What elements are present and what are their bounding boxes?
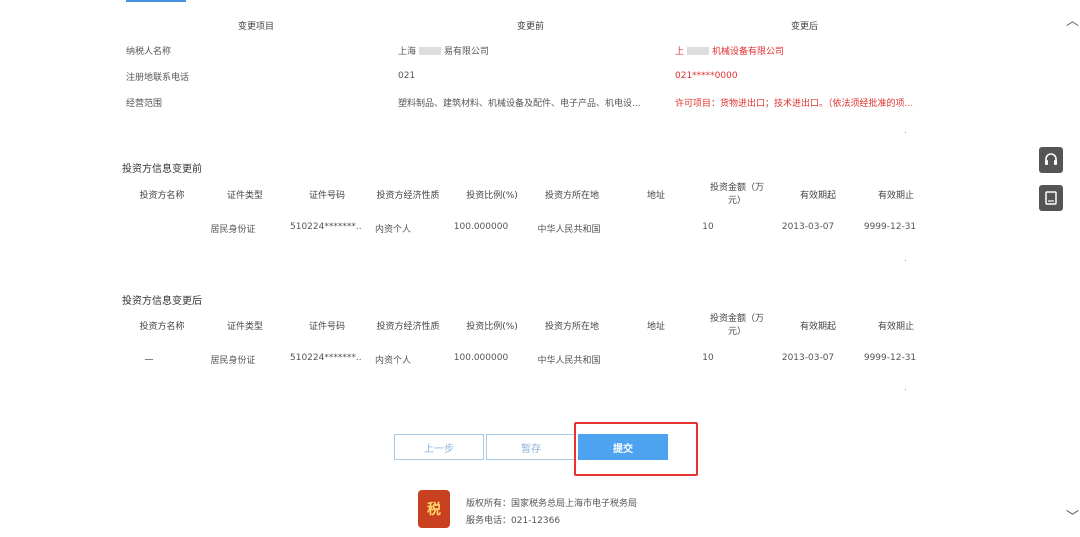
col-location: 投资方所在地 bbox=[544, 191, 599, 201]
tax-bureau-logo: 税 bbox=[418, 490, 450, 528]
before-text: 上海 bbox=[398, 46, 417, 57]
cell-ratio: 100.000000 bbox=[453, 353, 509, 363]
col-investor-name: 投资方名称 bbox=[139, 322, 185, 332]
before-value: 021 bbox=[398, 71, 416, 81]
headset-svg bbox=[1045, 153, 1057, 165]
col-investor-name: 投资方名称 bbox=[139, 191, 185, 201]
cell-valid-to: 9999-12-31 bbox=[863, 353, 917, 363]
col-id-type: 证件类型 bbox=[226, 191, 263, 201]
headset-icon[interactable] bbox=[1039, 147, 1063, 173]
header-change-item: 变更项目 bbox=[238, 21, 275, 32]
col-id-number: 证件号码 bbox=[308, 322, 345, 332]
after-text: 上 bbox=[675, 46, 685, 57]
page: 变更项目 变更前 变更后 纳税人名称 上海 易有限公司 上 机械设备有限公司 注册地… bbox=[0, 0, 1080, 537]
cell-economic-nature: 内资个人 bbox=[374, 356, 411, 366]
cell-amount: 10 bbox=[702, 222, 714, 232]
cell-id-type: 居民身份证 bbox=[210, 356, 256, 366]
table-dot: . bbox=[904, 126, 907, 136]
col-ratio: 投资比例(%) bbox=[466, 191, 518, 201]
investor-after-title: 投资方信息变更后 bbox=[122, 296, 202, 307]
col-amount: 投资金额（万元） bbox=[709, 314, 764, 337]
cell-economic-nature: 内资个人 bbox=[374, 225, 411, 235]
cell-id-number: 510224*******... bbox=[290, 353, 362, 363]
header-after: 变更后 bbox=[791, 21, 819, 32]
col-valid-from: 有效期起 bbox=[799, 191, 836, 201]
change-item-label: 经营范围 bbox=[126, 98, 163, 109]
cell-id-number: 510224*******... bbox=[290, 222, 362, 232]
before-value: 上海 易有限公司 bbox=[398, 44, 489, 57]
before-text-suffix: 易有限公司 bbox=[444, 46, 490, 57]
footer-phone: 服务电话：021-12366 bbox=[466, 516, 561, 526]
cell-amount: 10 bbox=[702, 353, 714, 363]
col-location: 投资方所在地 bbox=[544, 322, 599, 332]
change-row-phone: 注册地联系电话 021 021*****0000 bbox=[120, 63, 940, 89]
col-amount: 投资金额（万元） bbox=[709, 183, 764, 206]
col-economic-nature: 投资方经济性质 bbox=[376, 191, 440, 201]
scroll-up-icon[interactable]: ︿ bbox=[1066, 10, 1079, 29]
col-ratio: 投资比例(%) bbox=[466, 322, 518, 332]
col-economic-nature: 投资方经济性质 bbox=[376, 322, 440, 332]
change-item-label: 纳税人名称 bbox=[126, 46, 172, 57]
after-text-suffix: 机械设备有限公司 bbox=[712, 46, 785, 57]
cell-location: 中华人民共和国 bbox=[537, 225, 601, 235]
submit-highlight-box bbox=[574, 422, 698, 476]
col-address: 地址 bbox=[646, 322, 665, 332]
col-id-number: 证件号码 bbox=[308, 191, 345, 201]
col-address: 地址 bbox=[646, 191, 665, 201]
book-icon[interactable] bbox=[1039, 185, 1063, 211]
cell-ratio: 100.000000 bbox=[453, 222, 509, 232]
scroll-down-icon[interactable]: ﹀ bbox=[1066, 506, 1079, 525]
after-value: 许可项目：货物进出口；技术进出口。（依法须经批准的项... bbox=[675, 98, 914, 109]
cell-valid-from: 2013-03-07 bbox=[781, 222, 835, 232]
redaction-mask bbox=[687, 47, 710, 55]
active-tab-indicator bbox=[126, 0, 186, 2]
cell-valid-to: 9999-12-31 bbox=[863, 222, 917, 232]
change-row-name: 纳税人名称 上海 易有限公司 上 机械设备有限公司 bbox=[120, 37, 940, 63]
cell-valid-from: 2013-03-07 bbox=[781, 353, 835, 363]
col-valid-to: 有效期止 bbox=[877, 322, 914, 332]
cell-location: 中华人民共和国 bbox=[537, 356, 601, 366]
book-svg bbox=[1045, 191, 1057, 205]
table-dot: . bbox=[904, 383, 907, 393]
logo-glyph: 税 bbox=[427, 502, 441, 518]
prev-step-button[interactable]: 上一步 bbox=[394, 434, 484, 460]
before-value: 塑料制品、建筑材料、机械设备及配件、电子产品、机电设... bbox=[398, 98, 641, 109]
after-value: 上 机械设备有限公司 bbox=[675, 44, 784, 57]
col-valid-to: 有效期止 bbox=[877, 191, 914, 201]
cell-id-type: 居民身份证 bbox=[210, 225, 256, 235]
change-item-label: 注册地联系电话 bbox=[126, 72, 190, 83]
change-table-header: 变更项目 变更前 变更后 bbox=[120, 12, 940, 38]
table-dot: . bbox=[904, 254, 907, 264]
investor-before-title: 投资方信息变更前 bbox=[122, 164, 202, 175]
change-row-scope: 经营范围 塑料制品、建筑材料、机械设备及配件、电子产品、机电设... 许可项目：… bbox=[120, 89, 940, 115]
redaction-mask bbox=[419, 47, 442, 55]
col-valid-from: 有效期起 bbox=[799, 322, 836, 332]
footer-copyright: 版权所有：国家税务总局上海市电子税务局 bbox=[466, 499, 638, 509]
cell-investor-name: 一 bbox=[144, 356, 154, 366]
save-draft-button[interactable]: 暂存 bbox=[486, 434, 576, 460]
header-before: 变更前 bbox=[517, 21, 545, 32]
after-value: 021*****0000 bbox=[675, 71, 738, 81]
col-id-type: 证件类型 bbox=[226, 322, 263, 332]
